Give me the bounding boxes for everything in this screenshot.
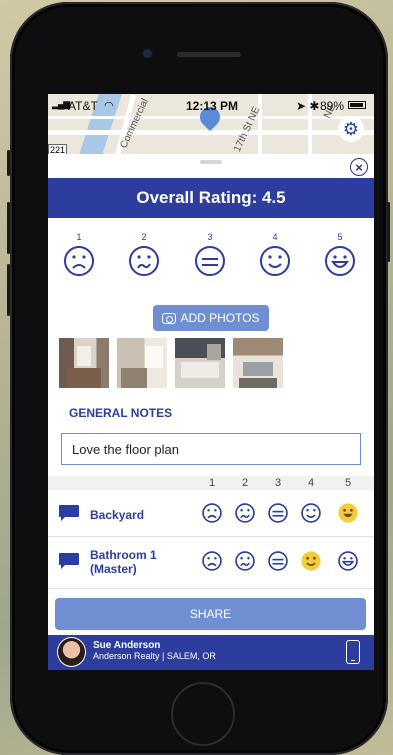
map-road	[48, 130, 374, 135]
comment-icon[interactable]	[58, 552, 80, 570]
home-button[interactable]	[171, 682, 235, 746]
room-row-backyard: Backyard	[48, 490, 374, 537]
comment-icon[interactable]	[58, 504, 80, 522]
happy-face-icon[interactable]	[337, 550, 359, 572]
share-button[interactable]: SHARE	[55, 598, 366, 630]
rating-option-4[interactable]: 4	[255, 232, 295, 277]
front-camera	[143, 49, 152, 58]
sad-face-icon[interactable]	[201, 550, 223, 572]
column-number: 1	[208, 477, 216, 489]
smile-face-icon[interactable]	[300, 502, 322, 524]
avatar[interactable]	[57, 637, 86, 667]
mobile-device-icon[interactable]	[346, 640, 360, 664]
add-photos-button[interactable]: ADD PHOTOS	[153, 305, 269, 331]
room-label-line1: Bathroom 1	[90, 548, 157, 562]
room-label: Bathroom 1 (Master)	[90, 548, 157, 576]
volume-down-button	[7, 264, 10, 316]
neutral-face-icon[interactable]	[267, 502, 289, 524]
rating-option-3[interactable]: 3	[190, 232, 230, 277]
agent-name: Sue Anderson	[93, 640, 161, 651]
power-button	[387, 202, 390, 262]
share-label: SHARE	[189, 607, 232, 621]
carrier: AT&T	[68, 99, 98, 113]
neutral-face-icon	[195, 246, 225, 276]
rating-number: 4	[272, 232, 278, 242]
volume-up-button	[7, 202, 10, 254]
general-notes-input[interactable]: Love the floor plan	[61, 433, 361, 465]
general-notes-title: GENERAL NOTES	[69, 406, 173, 420]
photo-thumbnail[interactable]	[117, 338, 167, 388]
battery-percent: 89%	[320, 99, 345, 113]
speaker-grille	[177, 52, 241, 57]
gear-icon[interactable]: ⚙	[338, 116, 364, 142]
location-bluetooth-icons: ➤ ✱	[296, 99, 320, 113]
rating-option-1[interactable]: 1	[59, 232, 99, 277]
drag-handle[interactable]	[200, 160, 222, 164]
column-number: 5	[344, 477, 352, 489]
rating-number: 3	[207, 232, 213, 242]
column-number: 3	[274, 477, 282, 489]
status-bar: ▂▄▆ AT&T ◠ 12:13 PM ➤ ✱ 89%	[48, 94, 374, 116]
rating-sheet: × Overall Rating: 4.5 1 2 3 4 5 ADD PHOT…	[48, 154, 374, 670]
rating-number: 5	[337, 232, 343, 242]
smile-face-selected-icon[interactable]	[300, 550, 322, 572]
phone-frame: Commercial 17th St NE NE 221 ⚙ ▂▄▆ AT&T …	[7, 2, 390, 755]
photo-thumbnail[interactable]	[59, 338, 109, 388]
signal-icon: ▂▄▆	[52, 99, 70, 109]
photo-thumbnail[interactable]	[175, 338, 225, 388]
happy-face-selected-icon[interactable]	[337, 502, 359, 524]
clock: 12:13 PM	[186, 99, 239, 113]
agent-footer: Sue Anderson Anderson Realty | SALEM, OR	[48, 635, 374, 670]
photo-thumbnail[interactable]	[233, 338, 283, 388]
battery-icon	[348, 101, 366, 109]
camera-icon	[162, 312, 177, 324]
sad-face-icon	[64, 246, 94, 276]
wifi-icon: ◠	[104, 100, 114, 112]
room-row-bathroom-1: Bathroom 1 (Master)	[48, 536, 374, 589]
mute-switch	[7, 150, 10, 176]
rating-column-header: 1 2 3 4 5	[48, 476, 374, 490]
close-icon[interactable]: ×	[350, 158, 368, 176]
agent-details: Anderson Realty | SALEM, OR	[93, 651, 216, 661]
column-number: 2	[241, 477, 249, 489]
neutral-face-icon[interactable]	[267, 550, 289, 572]
rating-option-2[interactable]: 2	[124, 232, 164, 277]
add-photos-label: ADD PHOTOS	[180, 311, 260, 325]
rating-number: 1	[76, 232, 82, 242]
rating-number: 2	[141, 232, 147, 242]
sad-face-icon[interactable]	[201, 502, 223, 524]
room-label-line2: (Master)	[90, 562, 137, 576]
column-number: 4	[307, 477, 315, 489]
confused-face-icon[interactable]	[234, 550, 256, 572]
rating-option-5[interactable]: 5	[320, 232, 360, 277]
overall-rating-title: Overall Rating: 4.5	[136, 188, 286, 207]
smile-face-icon	[260, 246, 290, 276]
screen: Commercial 17th St NE NE 221 ⚙ ▂▄▆ AT&T …	[48, 94, 374, 670]
confused-face-icon	[129, 246, 159, 276]
overall-rating-header: Overall Rating: 4.5	[48, 178, 374, 218]
room-label: Backyard	[90, 508, 145, 522]
confused-face-icon[interactable]	[234, 502, 256, 524]
map-view[interactable]: Commercial 17th St NE NE 221 ⚙ ▂▄▆ AT&T …	[48, 94, 374, 156]
happy-face-icon	[325, 246, 355, 276]
